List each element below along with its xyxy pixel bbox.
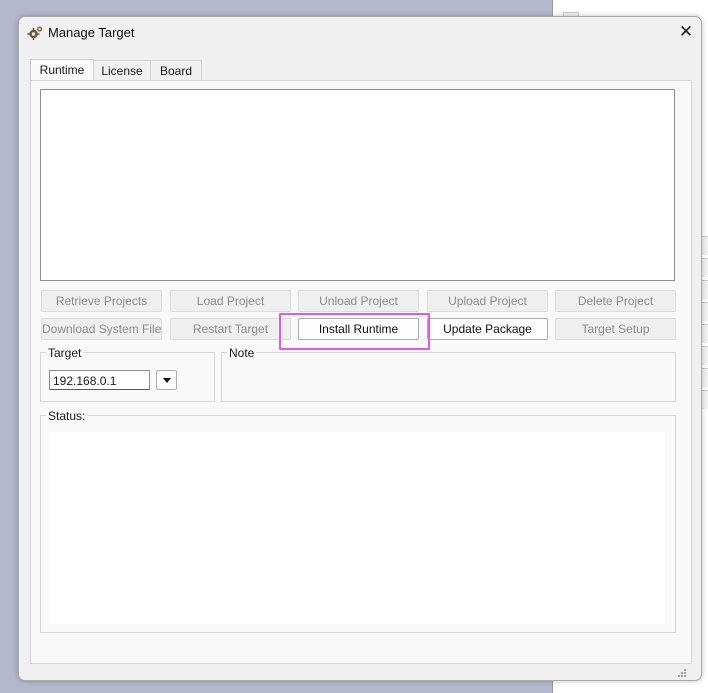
install-runtime-button[interactable]: Install Runtime: [298, 318, 419, 340]
close-icon: ✕: [678, 22, 694, 41]
download-system-files-button[interactable]: Download System Files: [41, 318, 162, 340]
upload-project-button[interactable]: Upload Project: [427, 290, 548, 312]
tab-runtime[interactable]: Runtime: [30, 59, 94, 82]
delete-project-button[interactable]: Delete Project: [555, 290, 676, 312]
note-group: [221, 352, 676, 402]
restart-target-button[interactable]: Restart Target: [170, 318, 291, 340]
update-package-button[interactable]: Update Package: [427, 318, 548, 340]
target-ip-field[interactable]: 192.168.0.1: [49, 370, 150, 390]
unload-project-button[interactable]: Unload Project: [298, 290, 419, 312]
target-group-label: Target: [46, 346, 84, 360]
note-group-label: Note: [227, 346, 257, 360]
dialog-title: Manage Target: [48, 25, 135, 40]
gear-app-icon: [27, 26, 43, 40]
dropdown-arrow-icon: [162, 377, 171, 383]
tab-board[interactable]: Board: [150, 60, 202, 81]
title-bar: Manage Target ✕: [19, 17, 701, 49]
tab-license[interactable]: License: [93, 60, 151, 81]
target-dropdown-button[interactable]: [156, 370, 177, 390]
retrieve-projects-button[interactable]: Retrieve Projects: [41, 290, 162, 312]
project-list[interactable]: [40, 89, 675, 281]
resize-grip-icon[interactable]: [677, 668, 687, 678]
tab-label: Board: [159, 64, 193, 78]
status-group-label: Status:: [46, 409, 88, 423]
close-button[interactable]: ✕: [671, 17, 701, 47]
tab-label: License: [101, 64, 143, 78]
status-text-area[interactable]: [50, 432, 665, 624]
target-setup-button[interactable]: Target Setup: [555, 318, 676, 340]
tab-label: Runtime: [39, 63, 85, 77]
load-project-button[interactable]: Load Project: [170, 290, 291, 312]
